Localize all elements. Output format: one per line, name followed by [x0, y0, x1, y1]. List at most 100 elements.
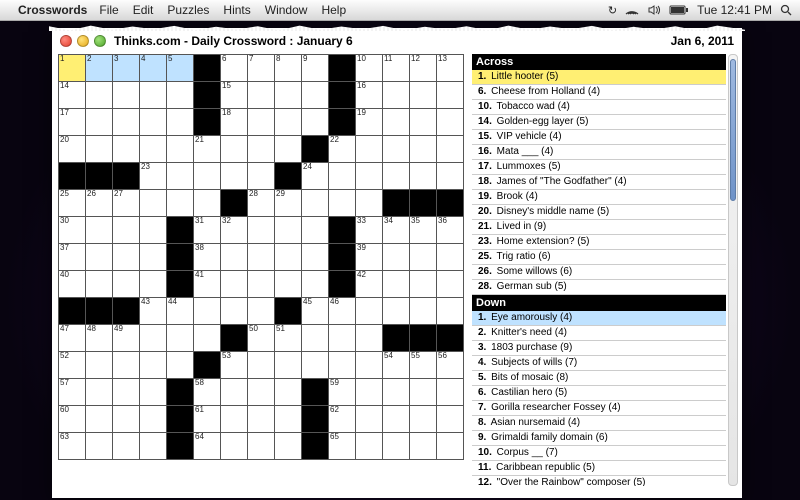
grid-cell[interactable]: [410, 244, 437, 271]
grid-cell[interactable]: 60: [59, 406, 86, 433]
grid-cell[interactable]: [248, 298, 275, 325]
grid-cell[interactable]: [437, 82, 464, 109]
down-clue[interactable]: 10. Corpus __ (7): [472, 446, 726, 461]
grid-cell[interactable]: [221, 406, 248, 433]
grid-cell[interactable]: [248, 433, 275, 460]
grid-cell[interactable]: [383, 271, 410, 298]
grid-cell[interactable]: [113, 82, 140, 109]
grid-cell[interactable]: [248, 271, 275, 298]
grid-cell[interactable]: 2: [86, 55, 113, 82]
grid-cell[interactable]: [140, 244, 167, 271]
zoom-button[interactable]: [94, 35, 106, 47]
grid-cell[interactable]: 58: [194, 379, 221, 406]
grid-cell[interactable]: 6: [221, 55, 248, 82]
grid-cell[interactable]: [356, 379, 383, 406]
grid-cell[interactable]: 35: [410, 217, 437, 244]
grid-cell[interactable]: [356, 136, 383, 163]
grid-cell[interactable]: 56: [437, 352, 464, 379]
grid-cell[interactable]: [113, 244, 140, 271]
grid-cell[interactable]: [437, 433, 464, 460]
grid-cell[interactable]: [383, 244, 410, 271]
grid-cell[interactable]: 48: [86, 325, 113, 352]
across-clue[interactable]: 15. VIP vehicle (4): [472, 130, 726, 145]
grid-cell[interactable]: [410, 271, 437, 298]
grid-cell[interactable]: 7: [248, 55, 275, 82]
grid-cell[interactable]: [248, 406, 275, 433]
grid-cell[interactable]: [302, 217, 329, 244]
grid-cell[interactable]: 12: [410, 55, 437, 82]
grid-cell[interactable]: [140, 379, 167, 406]
grid-cell[interactable]: [194, 163, 221, 190]
grid-cell[interactable]: 26: [86, 190, 113, 217]
grid-cell[interactable]: [302, 325, 329, 352]
grid-cell[interactable]: [410, 433, 437, 460]
grid-cell[interactable]: 4: [140, 55, 167, 82]
grid-cell[interactable]: 50: [248, 325, 275, 352]
grid-cell[interactable]: 24: [302, 163, 329, 190]
across-clue[interactable]: 16. Mata ___ (4): [472, 145, 726, 160]
status-airport-icon[interactable]: [625, 5, 639, 15]
grid-cell[interactable]: 13: [437, 55, 464, 82]
grid-cell[interactable]: [275, 82, 302, 109]
app-menu-title[interactable]: Crosswords: [18, 3, 87, 17]
grid-cell[interactable]: [275, 244, 302, 271]
grid-cell[interactable]: [113, 109, 140, 136]
grid-cell[interactable]: [86, 433, 113, 460]
across-clue[interactable]: 17. Lummoxes (5): [472, 160, 726, 175]
grid-cell[interactable]: 1: [59, 55, 86, 82]
grid-cell[interactable]: [275, 217, 302, 244]
menubar-clock[interactable]: Tue 12:41 PM: [697, 3, 772, 17]
grid-cell[interactable]: 46: [329, 298, 356, 325]
grid-cell[interactable]: [437, 406, 464, 433]
grid-cell[interactable]: 39: [356, 244, 383, 271]
grid-cell[interactable]: [194, 298, 221, 325]
across-clue[interactable]: 28. German sub (5): [472, 280, 726, 295]
grid-cell[interactable]: [248, 217, 275, 244]
down-clue[interactable]: 4. Subjects of wills (7): [472, 356, 726, 371]
down-clue[interactable]: 8. Asian nursemaid (4): [472, 416, 726, 431]
grid-cell[interactable]: [140, 406, 167, 433]
grid-cell[interactable]: [113, 136, 140, 163]
grid-cell[interactable]: [221, 136, 248, 163]
clue-scroll-thumb[interactable]: [730, 59, 736, 201]
across-clue[interactable]: 25. Trig ratio (6): [472, 250, 726, 265]
menu-help[interactable]: Help: [321, 3, 346, 17]
grid-cell[interactable]: [410, 109, 437, 136]
grid-cell[interactable]: [194, 325, 221, 352]
grid-cell[interactable]: 62: [329, 406, 356, 433]
across-clue[interactable]: 20. Disney's middle name (5): [472, 205, 726, 220]
grid-cell[interactable]: 57: [59, 379, 86, 406]
menu-window[interactable]: Window: [265, 3, 308, 17]
grid-cell[interactable]: 55: [410, 352, 437, 379]
grid-cell[interactable]: 31: [194, 217, 221, 244]
grid-cell[interactable]: 5: [167, 55, 194, 82]
across-clue[interactable]: 6. Cheese from Holland (4): [472, 85, 726, 100]
grid-cell[interactable]: [329, 190, 356, 217]
grid-cell[interactable]: [329, 163, 356, 190]
grid-cell[interactable]: 65: [329, 433, 356, 460]
grid-cell[interactable]: [221, 433, 248, 460]
grid-cell[interactable]: 21: [194, 136, 221, 163]
grid-cell[interactable]: 42: [356, 271, 383, 298]
grid-cell[interactable]: [248, 82, 275, 109]
grid-cell[interactable]: 10: [356, 55, 383, 82]
grid-cell[interactable]: [86, 109, 113, 136]
grid-cell[interactable]: [437, 109, 464, 136]
grid-cell[interactable]: [86, 244, 113, 271]
grid-cell[interactable]: [410, 82, 437, 109]
grid-cell[interactable]: 18: [221, 109, 248, 136]
across-clue[interactable]: 1. Little hooter (5): [472, 70, 726, 85]
grid-cell[interactable]: [221, 379, 248, 406]
grid-cell[interactable]: [86, 406, 113, 433]
grid-cell[interactable]: [383, 109, 410, 136]
grid-cell[interactable]: [275, 379, 302, 406]
grid-cell[interactable]: [140, 82, 167, 109]
grid-cell[interactable]: [383, 406, 410, 433]
status-volume-icon[interactable]: [647, 5, 661, 15]
grid-cell[interactable]: 32: [221, 217, 248, 244]
grid-cell[interactable]: [383, 379, 410, 406]
grid-cell[interactable]: [302, 109, 329, 136]
across-clue[interactable]: 10. Tobacco wad (4): [472, 100, 726, 115]
grid-cell[interactable]: 28: [248, 190, 275, 217]
grid-cell[interactable]: 40: [59, 271, 86, 298]
